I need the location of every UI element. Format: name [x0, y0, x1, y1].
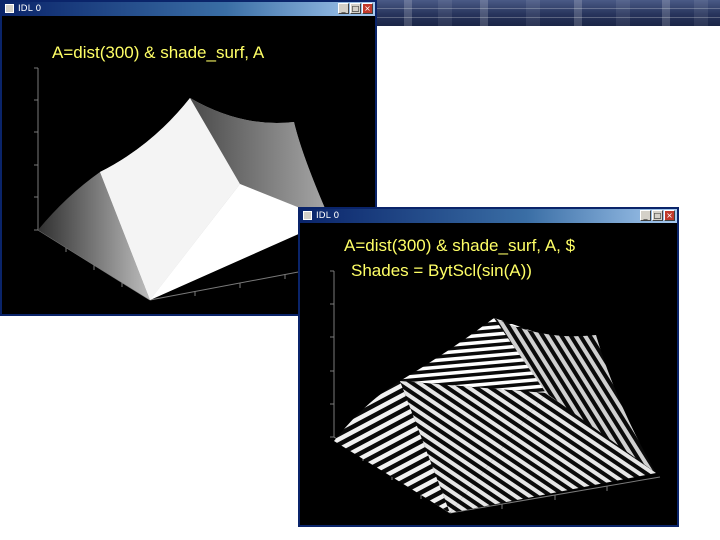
window-1-titlebar[interactable]: IDL 0 _ □ ×: [2, 2, 375, 16]
minimize-button[interactable]: _: [640, 210, 651, 221]
window-1-caption: A=dist(300) & shade_surf, A: [52, 43, 265, 62]
minimize-button[interactable]: _: [338, 3, 349, 14]
window-2-titlebar[interactable]: IDL 0 _ □ ×: [300, 209, 677, 223]
maximize-button[interactable]: □: [350, 3, 361, 14]
app-icon: [303, 211, 312, 220]
app-icon: [5, 4, 14, 13]
window-1-title: IDL 0: [18, 4, 42, 14]
window-2-title: IDL 0: [316, 211, 340, 221]
close-button[interactable]: ×: [362, 3, 373, 14]
maximize-button[interactable]: □: [652, 210, 663, 221]
window-2-caption-line-1: A=dist(300) & shade_surf, A, $: [344, 236, 576, 255]
background-banner: [376, 0, 720, 26]
idl-window-2[interactable]: IDL 0 _ □ × A=dist(300) & shade_surf, A,…: [298, 207, 679, 527]
close-button[interactable]: ×: [664, 210, 675, 221]
window-2-caption-line-2: Shades = BytScl(sin(A)): [351, 261, 532, 280]
